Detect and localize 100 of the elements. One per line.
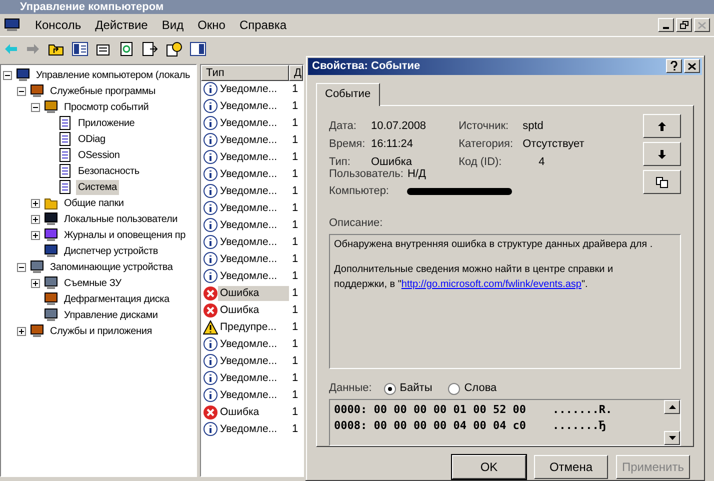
restore-button[interactable] (676, 18, 692, 32)
menu-item[interactable]: Окно (190, 16, 232, 34)
dialog-button[interactable]: OK (452, 454, 526, 478)
log-icon (58, 180, 72, 194)
tree-item[interactable]: ODiag (76, 132, 108, 146)
menu-item[interactable]: Справка (232, 16, 294, 34)
folder-up-icon[interactable] (48, 42, 64, 56)
panes-icon[interactable] (72, 42, 88, 56)
collapse-toggle[interactable] (31, 102, 40, 112)
event-type-cell[interactable]: Уведомле... (218, 132, 289, 148)
event-type-cell[interactable]: Уведомле... (218, 268, 289, 284)
computer-icon[interactable] (4, 18, 20, 32)
log-icon (58, 148, 72, 162)
event-type-cell[interactable]: Уведомле... (218, 184, 289, 200)
event-type-cell[interactable]: Уведомле... (218, 218, 289, 234)
info-icon (203, 218, 218, 233)
tab[interactable]: Событие (316, 82, 380, 106)
collapse-toggle[interactable] (17, 262, 26, 272)
help-button[interactable] (666, 59, 682, 74)
export-icon[interactable] (142, 42, 158, 56)
help-link[interactable]: http://go.microsoft.com/fwlink/events.asp (401, 278, 582, 290)
tree-item[interactable]: Диспетчер устройств (62, 244, 160, 258)
info-icon (203, 422, 218, 437)
event-type-cell[interactable]: Предупре... (218, 320, 289, 336)
copy-button[interactable] (643, 170, 681, 194)
tree-item[interactable]: Запоминающие устройства (48, 260, 175, 274)
event-type-cell[interactable]: Уведомле... (218, 252, 289, 268)
info-icon (203, 99, 218, 114)
event-type-cell[interactable]: Ошибка (218, 404, 289, 420)
info-icon (203, 269, 218, 284)
tree-item[interactable]: Просмотр событий (62, 100, 151, 114)
info-icon (203, 354, 218, 369)
collapse-toggle[interactable] (17, 86, 26, 96)
tree-item[interactable]: Съемные ЗУ (62, 276, 124, 290)
tree-item[interactable]: Служебные программы (48, 84, 158, 98)
event-type-cell[interactable]: Уведомле... (218, 422, 289, 438)
menu-item[interactable]: Консоль (28, 16, 88, 34)
date-cell-text: 1 (291, 116, 298, 132)
event-type-cell[interactable]: Уведомле... (218, 82, 289, 98)
radio-button[interactable] (448, 382, 460, 394)
date-cell-text: 1 (291, 388, 298, 404)
scroll-up-button[interactable] (664, 400, 680, 414)
event-type-cell[interactable]: Уведомле... (218, 234, 289, 250)
event-type-cell[interactable]: Уведомле... (218, 336, 289, 352)
column-header[interactable]: Тип (201, 65, 289, 81)
info-icon (203, 116, 218, 131)
tree-item[interactable]: Журналы и оповещения пр (62, 228, 188, 242)
tree-item[interactable]: Безопасность (76, 164, 142, 178)
close-button[interactable] (694, 18, 710, 32)
date-cell-text: 1 (291, 269, 298, 284)
minimize-button[interactable] (658, 18, 674, 32)
event-type-cell[interactable]: Уведомле... (218, 388, 289, 404)
event-type-cell[interactable]: Ошибка (218, 286, 289, 302)
radio-option[interactable]: Слова (448, 380, 497, 397)
refresh-icon[interactable] (120, 42, 134, 56)
date-cell-text: 1 (291, 150, 298, 166)
collapse-toggle[interactable] (3, 70, 12, 80)
tree-item[interactable]: OSession (76, 148, 122, 162)
next-event-button[interactable] (643, 142, 681, 166)
dialog-title: Свойства: Событие (312, 59, 422, 74)
tree-item[interactable]: Дефрагментация диска (62, 292, 172, 306)
expand-toggle[interactable] (17, 326, 26, 336)
field-value: Отсутствует (522, 137, 584, 151)
warning-icon (203, 320, 218, 335)
event-type-cell[interactable]: Уведомле... (218, 166, 289, 182)
previous-event-button[interactable] (643, 114, 681, 138)
expand-toggle[interactable] (31, 198, 40, 208)
expand-toggle[interactable] (31, 230, 40, 240)
tree-item[interactable]: Система (76, 180, 119, 194)
close-button[interactable] (684, 59, 700, 74)
tree-item[interactable]: Управление дисками (62, 308, 160, 322)
tree-item[interactable]: Приложение (76, 116, 137, 130)
event-type-cell[interactable]: Ошибка (218, 302, 289, 318)
tree-item[interactable]: Локальные пользователи (62, 212, 180, 226)
event-type-cell[interactable]: Уведомле... (218, 150, 289, 166)
scrollbar[interactable] (664, 400, 680, 444)
radio-button[interactable] (384, 382, 396, 394)
error-icon (203, 405, 218, 420)
field-value: Ошибка (371, 155, 412, 169)
tree-item[interactable]: Общие папки (62, 196, 126, 210)
column-header[interactable]: Д (289, 65, 303, 81)
expand-toggle[interactable] (31, 278, 40, 288)
panes-icon[interactable] (190, 42, 206, 56)
date-cell-text: 1 (291, 167, 298, 182)
close-icon (698, 22, 706, 28)
event-type-cell[interactable]: Уведомле... (218, 370, 289, 386)
menu-item[interactable]: Действие (88, 16, 155, 34)
data-label: Данные: (329, 381, 372, 396)
event-type-cell[interactable]: Уведомле... (218, 200, 289, 216)
tree-item[interactable]: Управление компьютером (локаль (34, 68, 192, 82)
scroll-down-button[interactable] (664, 430, 680, 444)
dialog-button[interactable]: Отмена (534, 454, 608, 478)
event-type-cell[interactable]: Уведомле... (218, 354, 289, 370)
properties-icon[interactable] (96, 42, 112, 56)
menu-item[interactable]: Вид (154, 16, 191, 34)
expand-toggle[interactable] (31, 214, 40, 224)
tree-item[interactable]: Службы и приложения (48, 324, 154, 338)
radio-option[interactable]: Байты (384, 380, 432, 397)
event-type-cell[interactable]: Уведомле... (218, 98, 289, 114)
event-type-cell[interactable]: Уведомле... (218, 116, 289, 132)
